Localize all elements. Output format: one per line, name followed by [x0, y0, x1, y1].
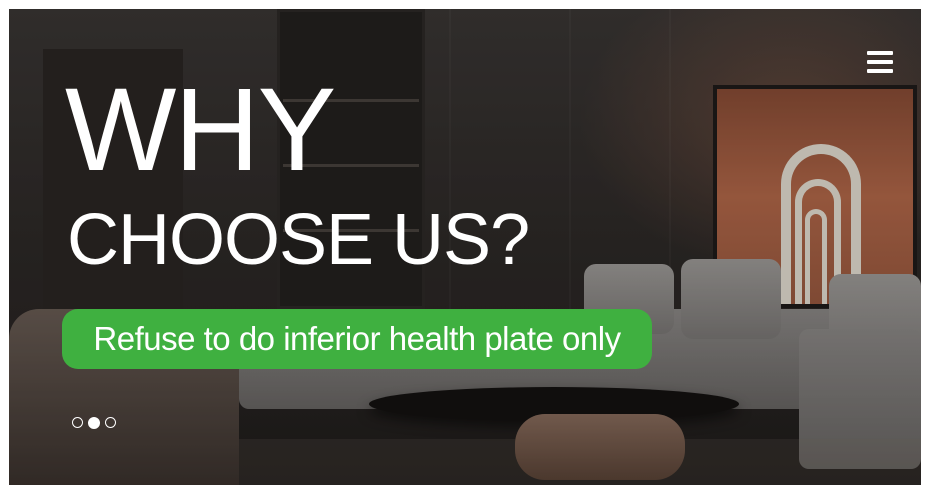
carousel-dot-3[interactable]: [105, 417, 116, 428]
hamburger-menu-icon[interactable]: [867, 51, 893, 77]
carousel-dot-2-active[interactable]: [88, 417, 100, 429]
hero-title-line2: CHOOSE US?: [67, 200, 530, 280]
carousel-dot-1[interactable]: [72, 417, 83, 428]
hero-banner: WHY CHOOSE US? Refuse to do inferior hea…: [9, 9, 921, 485]
menu-bar: [867, 51, 893, 55]
hero-title-line1: WHY: [65, 64, 336, 196]
carousel-pagination: [72, 417, 116, 429]
hero-tagline-badge: Refuse to do inferior health plate only: [62, 309, 652, 369]
menu-bar: [867, 60, 893, 64]
menu-bar: [867, 69, 893, 73]
